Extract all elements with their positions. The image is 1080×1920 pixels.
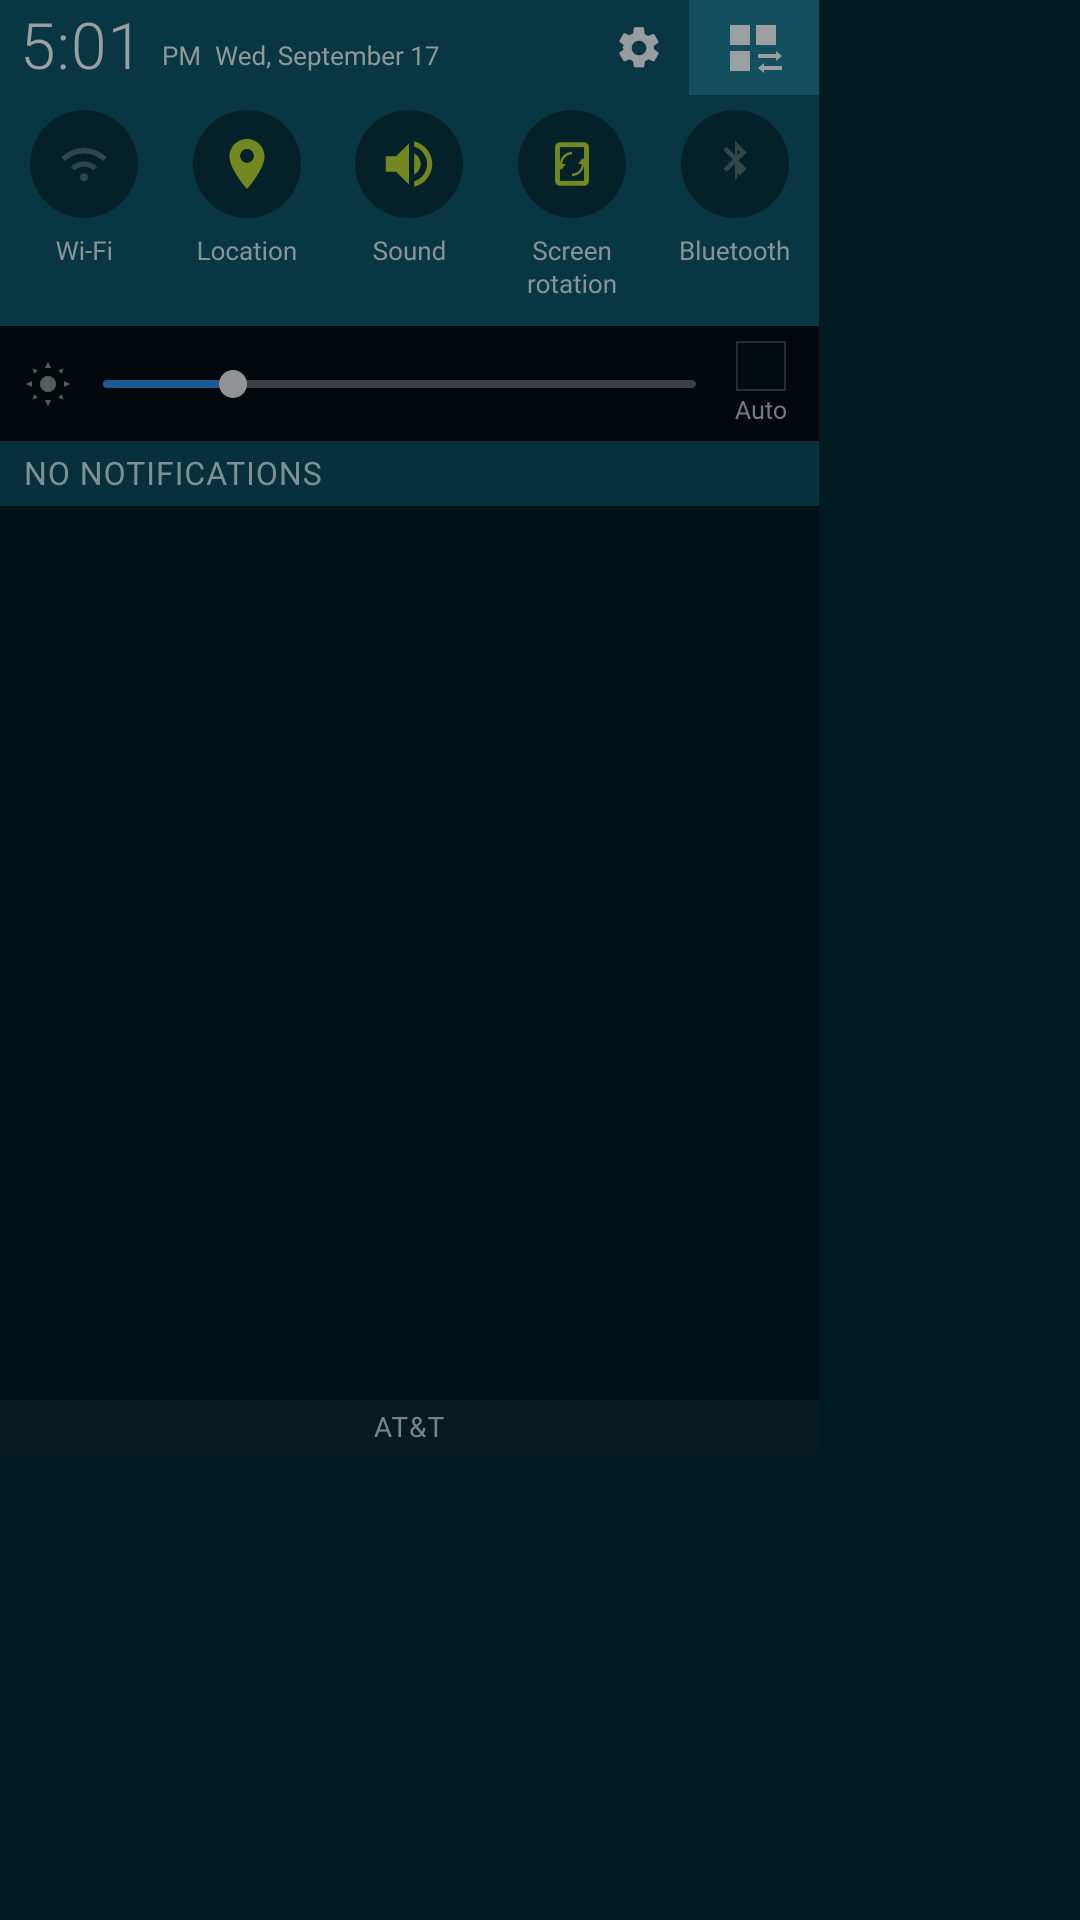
quick-toggles-row: Wi-Fi Location Sound — [0, 95, 819, 326]
wifi-icon — [52, 132, 116, 196]
clock-date: Wed, September 17 — [215, 42, 439, 72]
no-notifications-label: NO NOTIFICATIONS — [24, 455, 323, 493]
status-header: 5:01 PM Wed, September 17 — [0, 0, 819, 95]
toggle-label: Wi-Fi — [56, 236, 113, 269]
settings-button[interactable] — [604, 0, 674, 95]
brightness-slider[interactable] — [103, 369, 696, 399]
sound-icon — [378, 133, 440, 195]
no-notifications-bar: NO NOTIFICATIONS — [0, 441, 819, 506]
quick-panel-expand-button[interactable] — [689, 0, 819, 95]
auto-brightness-checkbox[interactable] — [736, 341, 786, 391]
toggle-label: Sound — [373, 236, 447, 269]
toggle-wifi[interactable]: Wi-Fi — [3, 110, 166, 269]
toggle-label: Location — [197, 236, 298, 269]
carrier-footer[interactable]: AT&T — [0, 1400, 819, 1455]
notification-list-empty — [0, 506, 819, 1400]
toggle-label: Screen rotation — [527, 236, 617, 301]
clock-ampm: PM — [162, 42, 201, 72]
toggle-bluetooth[interactable]: Bluetooth — [653, 110, 816, 269]
carrier-label: AT&T — [374, 1411, 445, 1444]
auto-brightness-label: Auto — [735, 397, 787, 426]
toggle-screen-rotation[interactable]: Screen rotation — [491, 110, 654, 301]
bluetooth-icon — [707, 136, 763, 192]
clock-time: 5:01 — [20, 10, 144, 85]
brightness-row: Auto — [0, 326, 819, 441]
location-pin-icon — [217, 134, 277, 194]
toggle-label: Bluetooth — [679, 236, 790, 269]
brightness-icon — [18, 360, 78, 408]
grid-icon — [724, 21, 784, 75]
screen-rotation-icon — [543, 135, 601, 193]
toggle-location[interactable]: Location — [166, 110, 329, 269]
toggle-sound[interactable]: Sound — [328, 110, 491, 269]
gear-icon — [614, 23, 664, 73]
